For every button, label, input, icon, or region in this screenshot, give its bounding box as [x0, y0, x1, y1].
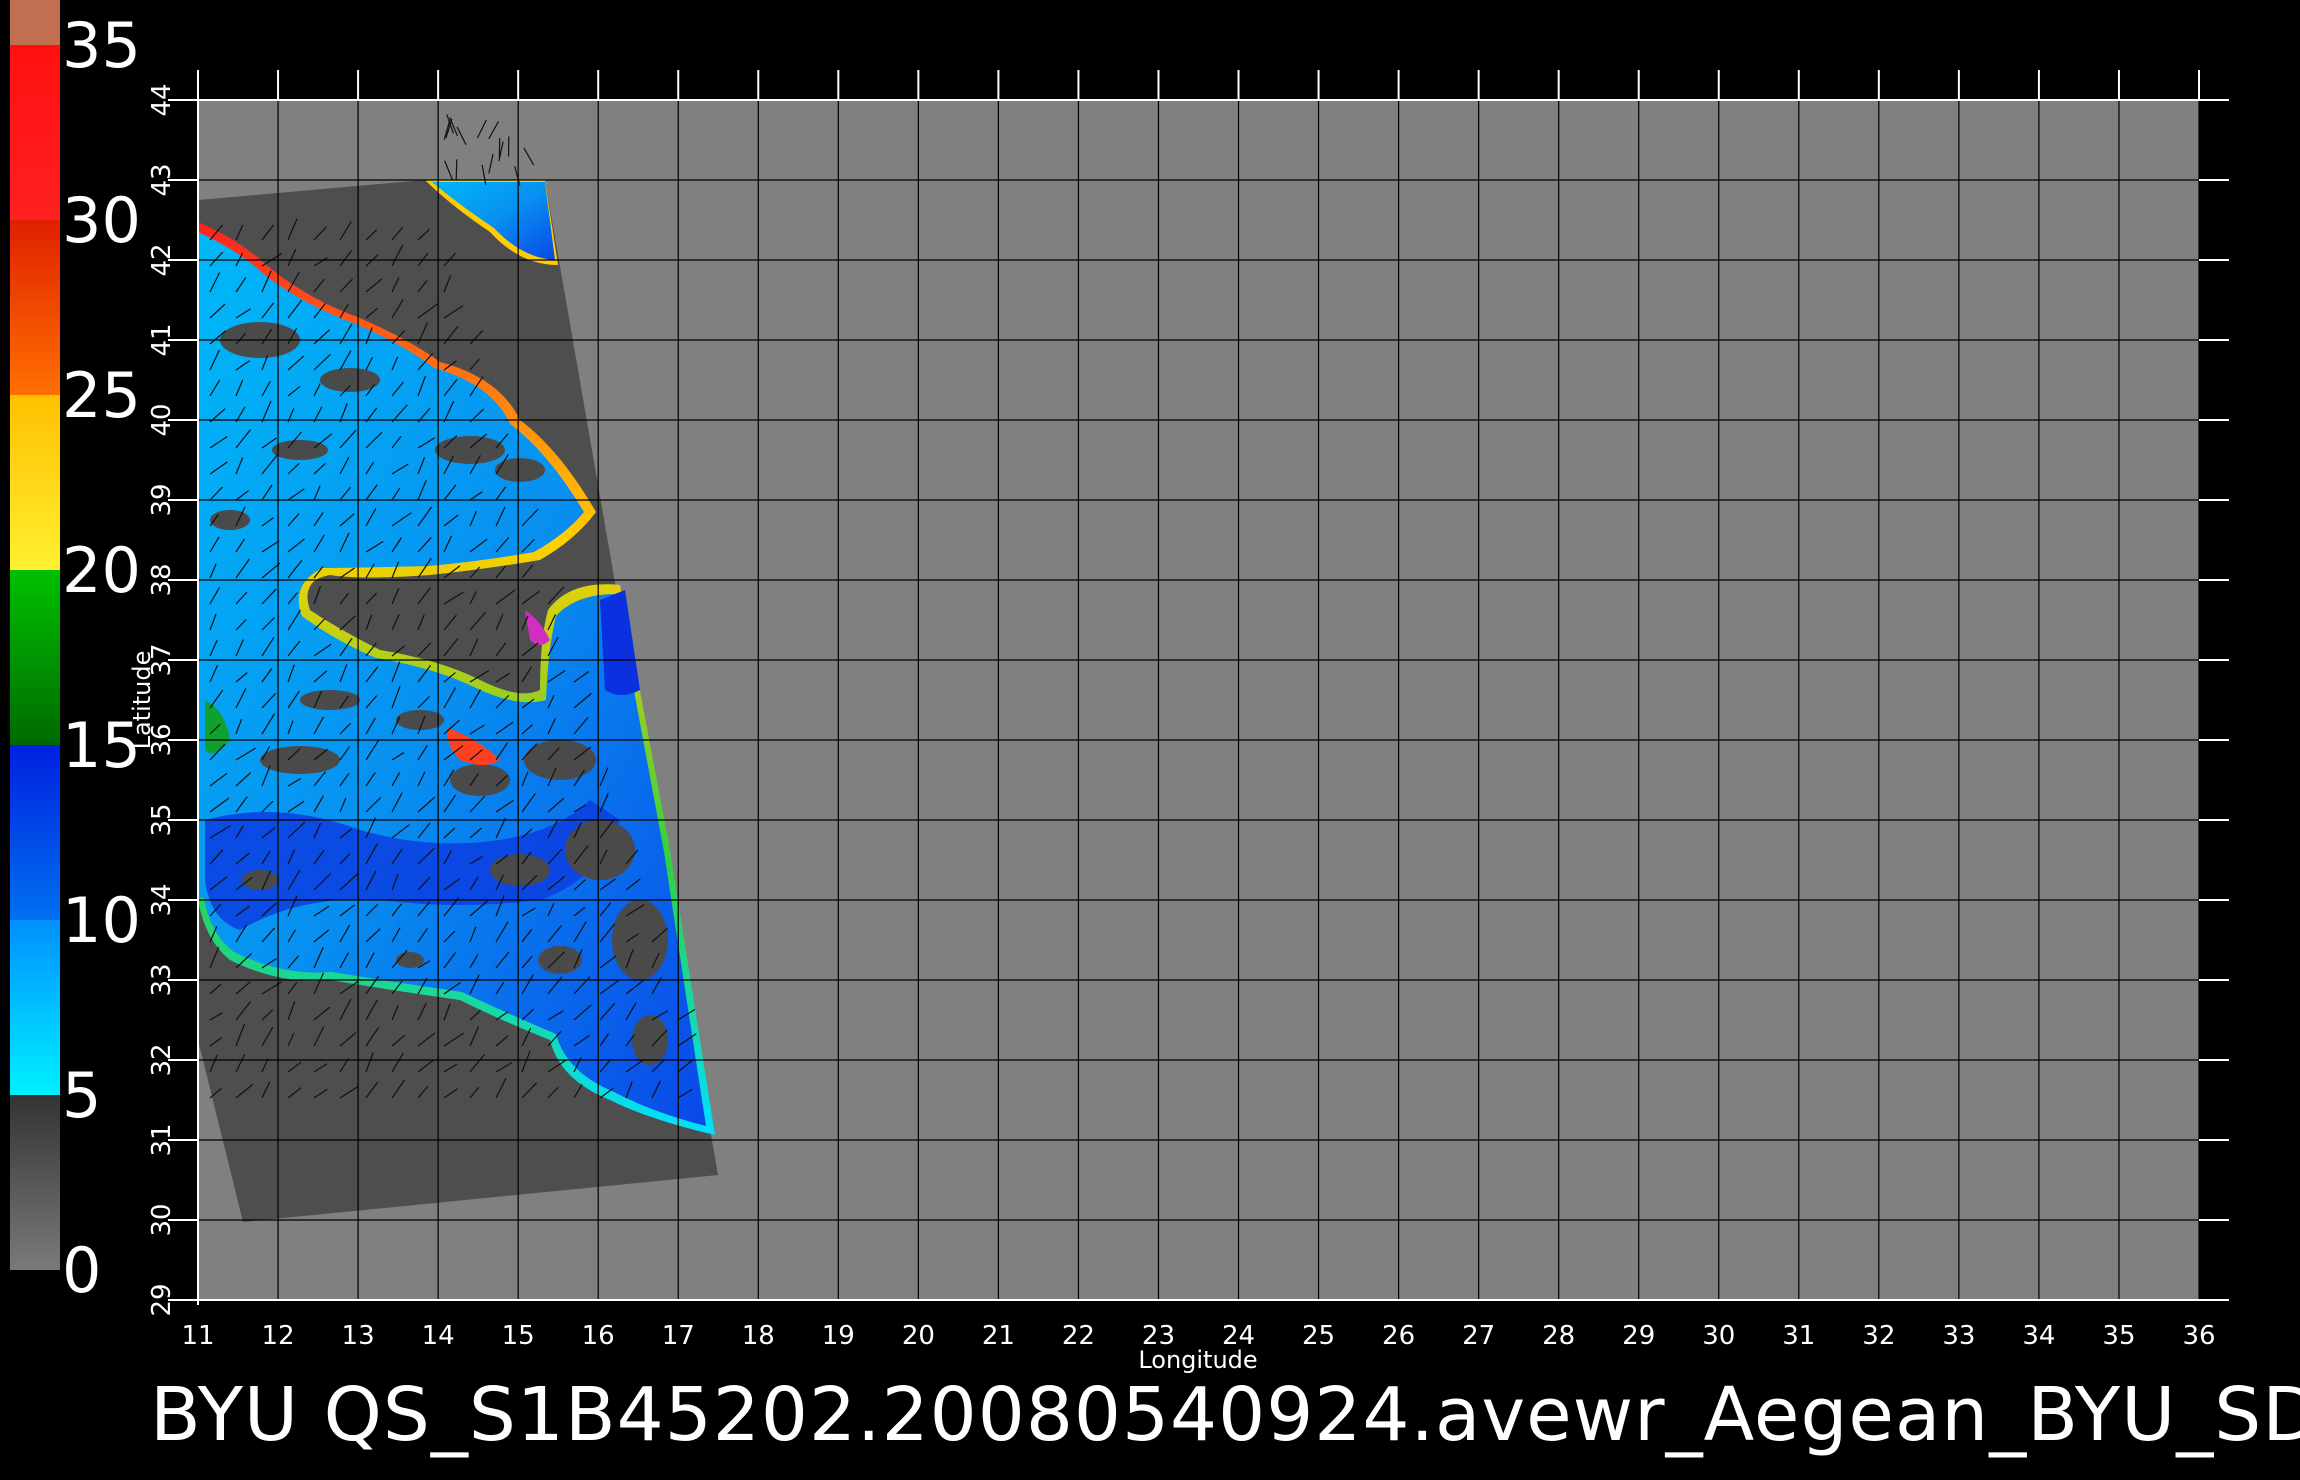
lat-tick-label: 31 — [147, 1123, 177, 1156]
lon-tick-label: 36 — [2182, 1321, 2215, 1351]
lon-tick-label: 33 — [1942, 1321, 1975, 1351]
lon-tick-label: 32 — [1862, 1321, 1895, 1351]
lon-tick-label: 13 — [342, 1321, 375, 1351]
colorbar-segment — [10, 220, 60, 395]
lat-tick-label: 38 — [147, 563, 177, 596]
lat-tick-label: 33 — [147, 963, 177, 996]
colorbar-segment — [10, 1095, 60, 1270]
colorbar-segment — [10, 745, 60, 920]
lon-tick-label: 26 — [1382, 1321, 1415, 1351]
colorbar-label: 30 — [62, 184, 141, 257]
wind-map: 0 5 10 15 20 25 30 35 11 12 13 14 15 16 17 18 1… — [10, 0, 2229, 1374]
lon-tick-label: 22 — [1062, 1321, 1095, 1351]
colorbar-label: 5 — [62, 1059, 101, 1132]
lat-tick-label: 44 — [147, 83, 177, 116]
lon-tick-label: 21 — [982, 1321, 1015, 1351]
lon-tick-label: 25 — [1302, 1321, 1335, 1351]
lon-tick-label: 35 — [2102, 1321, 2135, 1351]
lat-tick-label: 30 — [147, 1203, 177, 1236]
lon-tick-label: 11 — [181, 1321, 214, 1351]
colorbar-cap — [10, 0, 60, 45]
colorbar-segment — [10, 570, 60, 745]
y-axis-label: Latitude — [128, 651, 156, 750]
lon-tick-label: 27 — [1462, 1321, 1495, 1351]
colorbar-label: 0 — [62, 1234, 101, 1307]
lon-tick-label: 16 — [582, 1321, 615, 1351]
lon-tick-label: 15 — [502, 1321, 535, 1351]
colorbar-segment — [10, 395, 60, 570]
lon-tick-label: 18 — [742, 1321, 775, 1351]
colorbar-label: 20 — [62, 534, 141, 607]
lat-tick-label: 32 — [147, 1043, 177, 1076]
wind-vector — [455, 159, 458, 180]
colorbar-segment — [10, 45, 60, 220]
lat-tick-label: 42 — [147, 243, 177, 276]
colorbar-segment — [10, 920, 60, 1095]
image-caption: BYU QS_S1B45202.20080540924.avewr_Aegean… — [150, 1372, 2300, 1458]
lon-tick-label: 29 — [1622, 1321, 1655, 1351]
lon-tick-label: 17 — [662, 1321, 695, 1351]
lon-tick-label: 28 — [1542, 1321, 1575, 1351]
lat-tick-label: 41 — [147, 323, 177, 356]
lat-tick-label: 29 — [147, 1283, 177, 1316]
colorbar-label: 25 — [62, 359, 141, 432]
lat-tick-label: 39 — [147, 483, 177, 516]
lon-tick-label: 30 — [1702, 1321, 1735, 1351]
lat-tick-label: 40 — [147, 403, 177, 436]
lat-tick-label: 34 — [147, 883, 177, 916]
lon-tick-label: 31 — [1782, 1321, 1815, 1351]
lon-tick-label: 34 — [2022, 1321, 2055, 1351]
lat-tick-label: 35 — [147, 803, 177, 836]
lon-tick-label: 19 — [822, 1321, 855, 1351]
lon-tick-label: 14 — [422, 1321, 455, 1351]
lon-tick-label: 12 — [261, 1321, 294, 1351]
colorbar: 05101520253035 — [10, 0, 141, 1307]
lon-tick-label: 20 — [902, 1321, 935, 1351]
colorbar-label: 10 — [62, 884, 141, 957]
lat-tick-label: 43 — [147, 163, 177, 196]
figure: 0 5 10 15 20 25 30 35 11 12 13 14 15 16 … — [0, 0, 2300, 1480]
colorbar-label: 35 — [62, 9, 141, 82]
